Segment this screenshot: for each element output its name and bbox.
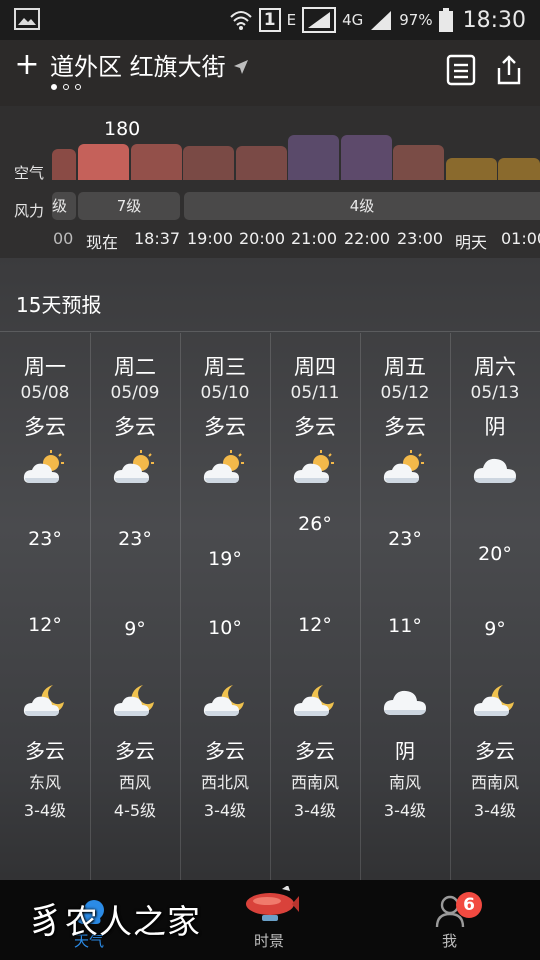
- wind-direction: 西南风: [470, 773, 519, 792]
- add-city-button[interactable]: +: [14, 50, 40, 80]
- hour-label: 01:00: [501, 229, 540, 248]
- forecast-title: 15天预报: [16, 293, 102, 317]
- hourly-panel[interactable]: 180 空气 风力 级 7级 4级 00 现在 18:37 19:00 20:0…: [0, 106, 540, 258]
- night-condition: 多云: [25, 739, 65, 763]
- wind-level: 3-4级: [23, 801, 67, 820]
- wind-level: 3-4级: [293, 801, 337, 820]
- high-temp-label: 26°: [298, 513, 332, 535]
- cloudy-night-icon: [293, 681, 337, 719]
- cloudy-night-icon: [473, 681, 517, 719]
- network-4g-label: 4G: [342, 11, 364, 29]
- high-temp-label: 23°: [388, 528, 422, 550]
- hour-label: 21:00: [291, 229, 338, 248]
- hour-label: 23:00: [397, 229, 444, 248]
- cloudy-night-icon: [203, 681, 247, 719]
- location-arrow-icon: [234, 60, 248, 74]
- page-dot: [63, 84, 69, 90]
- night-condition: 阴: [395, 739, 415, 763]
- high-temp-label: 23°: [118, 528, 152, 550]
- page-indicator: [51, 84, 81, 90]
- low-temp-label: 12°: [28, 614, 62, 636]
- high-temp-label: 23°: [28, 528, 62, 550]
- air-quality-label: 空气: [14, 164, 45, 182]
- clock: 18:30: [462, 7, 526, 33]
- low-temp-label: 11°: [388, 615, 422, 638]
- wind-segment: 4级: [184, 192, 540, 220]
- location-title[interactable]: 道外区 红旗大街: [50, 50, 226, 84]
- app-header: + 道外区 红旗大街: [0, 40, 540, 106]
- overcast-icon: [383, 681, 427, 719]
- hour-label: 00: [53, 229, 74, 248]
- night-condition: 多云: [115, 739, 155, 763]
- watermark-logo-icon: 豸: [28, 901, 66, 942]
- wifi-icon: [230, 11, 252, 30]
- night-condition: 多云: [205, 739, 245, 763]
- high-temp-label: 19°: [208, 548, 242, 570]
- aqi-bar: [78, 144, 129, 180]
- hour-label: 现在: [86, 233, 119, 252]
- sim-slot-indicator: 1: [258, 8, 281, 32]
- hour-label: 19:00: [187, 229, 234, 248]
- hour-label: 18:37: [134, 229, 181, 248]
- aqi-bar: [236, 146, 287, 180]
- notification-badge: 6: [456, 892, 482, 918]
- aqi-bar: [131, 144, 182, 180]
- aqi-bar: [341, 135, 392, 180]
- cloudy-night-icon: [23, 681, 67, 719]
- aqi-peak-value: 180: [104, 118, 141, 140]
- status-bar: 1 E 4G 97% 18:30: [0, 0, 540, 40]
- tab-label: 时景: [254, 932, 285, 950]
- signal-strength-2-icon: [371, 11, 392, 30]
- tab-label: 我: [442, 932, 458, 950]
- cloudy-night-icon: [113, 681, 157, 719]
- wind-power-label: 风力: [14, 202, 45, 220]
- battery-icon: [438, 8, 453, 32]
- temperature-curve: [0, 333, 540, 533]
- signal-strength-icon: [302, 7, 337, 33]
- gallery-notification-icon: [14, 8, 40, 30]
- bottom-nav: 天气 时景 我 6 豸农人之家: [0, 880, 540, 960]
- wind-level: 3-4级: [473, 801, 517, 820]
- tab-me[interactable]: 我: [410, 880, 490, 960]
- hour-label: 20:00: [239, 229, 286, 248]
- aqi-bar: [498, 158, 540, 180]
- wind-segment: 7级: [78, 192, 180, 220]
- wind-direction: 南风: [388, 773, 421, 792]
- wind-direction: 东风: [28, 773, 61, 792]
- airship-tab-icon: [246, 886, 299, 921]
- high-temp-label: 20°: [478, 543, 512, 565]
- hour-label: 明天: [455, 233, 488, 252]
- wind-direction: 西南风: [290, 773, 339, 792]
- forecast-header: 15天预报: [0, 270, 540, 332]
- wind-level: 3-4级: [203, 801, 247, 820]
- aqi-bar: [183, 146, 234, 180]
- wind-level: 4-5级: [113, 801, 157, 820]
- page-dot: [51, 84, 57, 90]
- aqi-bar: [52, 149, 76, 180]
- wind-level: 3-4级: [383, 801, 427, 820]
- share-icon[interactable]: [494, 54, 524, 86]
- wind-direction: 西风: [118, 773, 151, 792]
- battery-percent: 97%: [399, 11, 433, 29]
- wind-segment: 级: [52, 192, 76, 220]
- news-list-icon[interactable]: [446, 54, 476, 86]
- watermark: 豸农人之家: [28, 892, 201, 944]
- low-temp-label: 9°: [124, 617, 146, 640]
- low-temp-label: 10°: [208, 616, 242, 639]
- aqi-bar: [446, 158, 497, 180]
- watermark-text: 农人之家: [65, 902, 202, 941]
- night-condition: 多云: [295, 739, 335, 763]
- low-temp-label: 9°: [484, 617, 506, 640]
- low-temp-label: 12°: [298, 614, 332, 636]
- page-dot: [75, 84, 81, 90]
- tab-scenes[interactable]: 时景: [230, 880, 310, 960]
- aqi-bar: [288, 135, 339, 180]
- hour-label: 22:00: [344, 229, 391, 248]
- wind-direction: 西北风: [200, 773, 249, 792]
- night-condition: 多云: [475, 739, 515, 763]
- network-type-label: E: [286, 11, 297, 29]
- aqi-bar: [393, 145, 444, 180]
